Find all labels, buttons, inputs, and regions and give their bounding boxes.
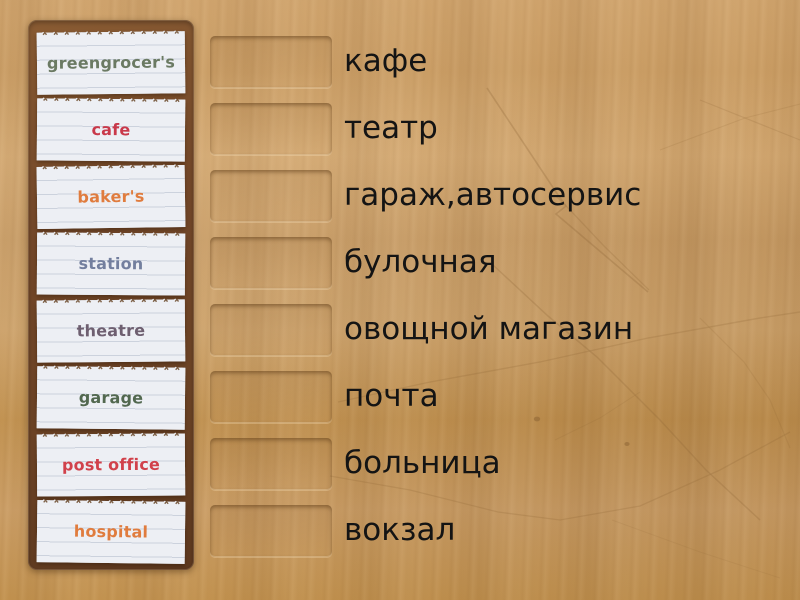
torn-spiral-edge-icon xyxy=(37,365,186,376)
word-card-label: post office xyxy=(61,454,161,475)
word-card[interactable]: greengrocer's xyxy=(36,30,186,95)
word-card-label: station xyxy=(78,253,144,274)
word-card-label: hospital xyxy=(73,521,149,542)
drop-zone[interactable] xyxy=(210,237,332,289)
word-card[interactable]: garage xyxy=(36,365,186,430)
torn-spiral-edge-icon xyxy=(37,499,186,510)
drop-zone[interactable] xyxy=(210,304,332,356)
drop-zone[interactable] xyxy=(210,505,332,557)
translation-label: театр xyxy=(344,110,438,146)
word-card[interactable]: post office xyxy=(36,432,186,497)
torn-spiral-edge-icon xyxy=(37,231,186,242)
torn-spiral-edge-icon xyxy=(36,432,185,443)
word-card-label: garage xyxy=(78,387,144,408)
drop-zone[interactable] xyxy=(210,170,332,222)
torn-spiral-edge-icon xyxy=(36,30,185,41)
drop-zone[interactable] xyxy=(210,371,332,423)
word-card[interactable]: baker's xyxy=(36,164,186,230)
translation-label: почта xyxy=(344,378,439,414)
word-card-label: greengrocer's xyxy=(46,52,176,73)
translation-label: больница xyxy=(344,445,501,481)
torn-spiral-edge-icon xyxy=(36,298,185,309)
word-card[interactable]: cafe xyxy=(36,97,186,162)
drop-zone[interactable] xyxy=(210,36,332,88)
drop-zone[interactable] xyxy=(210,103,332,155)
word-card[interactable]: theatre xyxy=(36,298,186,363)
torn-spiral-edge-icon xyxy=(37,97,186,108)
translation-label: булочная xyxy=(344,244,497,280)
word-card[interactable]: hospital xyxy=(36,499,186,564)
translation-label: кафе xyxy=(344,43,428,79)
word-card-label: theatre xyxy=(76,320,146,341)
translation-label: овощной магазин xyxy=(344,311,634,347)
word-card[interactable]: station xyxy=(36,231,186,296)
drop-zone[interactable] xyxy=(210,438,332,490)
word-card-label: baker's xyxy=(77,186,145,207)
word-bank-panel: greengrocer's cafe baker's station theatre ga… xyxy=(28,20,194,570)
translation-label: гараж,автосервис xyxy=(344,177,642,213)
translation-label: вокзал xyxy=(344,512,456,548)
word-card-label: cafe xyxy=(91,119,131,140)
